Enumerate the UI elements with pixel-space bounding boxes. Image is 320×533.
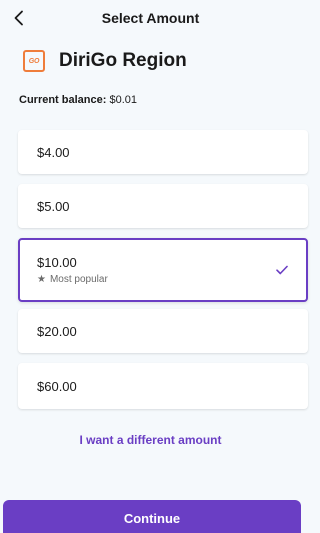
amount-label: $10.00 <box>37 255 77 270</box>
header: Select Amount <box>0 0 301 36</box>
amount-option-60[interactable]: $60.00 <box>18 363 308 409</box>
checkmark-icon <box>276 265 288 275</box>
agency-logo: GO <box>23 50 45 72</box>
amount-label: $5.00 <box>37 198 70 214</box>
amount-option-5[interactable]: $5.00 <box>18 184 308 228</box>
continue-button[interactable]: Continue <box>3 500 301 533</box>
amount-option-20[interactable]: $20.00 <box>18 309 308 353</box>
agency-logo-text: GO <box>28 57 40 65</box>
agency-name: DiriGo Region <box>59 50 187 71</box>
amount-option-10[interactable]: $10.00 ★ Most popular <box>18 238 308 302</box>
balance-value: $0.01 <box>109 94 138 106</box>
most-popular-label: Most popular <box>49 274 108 285</box>
amount-option-4[interactable]: $4.00 <box>18 130 308 174</box>
agency-row: GO DiriGo Region <box>23 50 187 72</box>
star-icon: ★ <box>37 274 46 285</box>
page-title: Select Amount <box>101 10 200 26</box>
different-amount-link[interactable]: I want a different amount <box>0 433 301 447</box>
current-balance: Current balance: $0.01 <box>19 94 137 106</box>
amount-label: $4.00 <box>37 144 70 160</box>
select-amount-screen: Select Amount GO DiriGo Region Current b… <box>0 0 308 533</box>
balance-label: Current balance: <box>19 94 107 106</box>
amount-label: $60.00 <box>37 378 77 394</box>
most-popular-tag: ★ Most popular <box>37 274 306 285</box>
amount-label: $20.00 <box>37 323 77 339</box>
